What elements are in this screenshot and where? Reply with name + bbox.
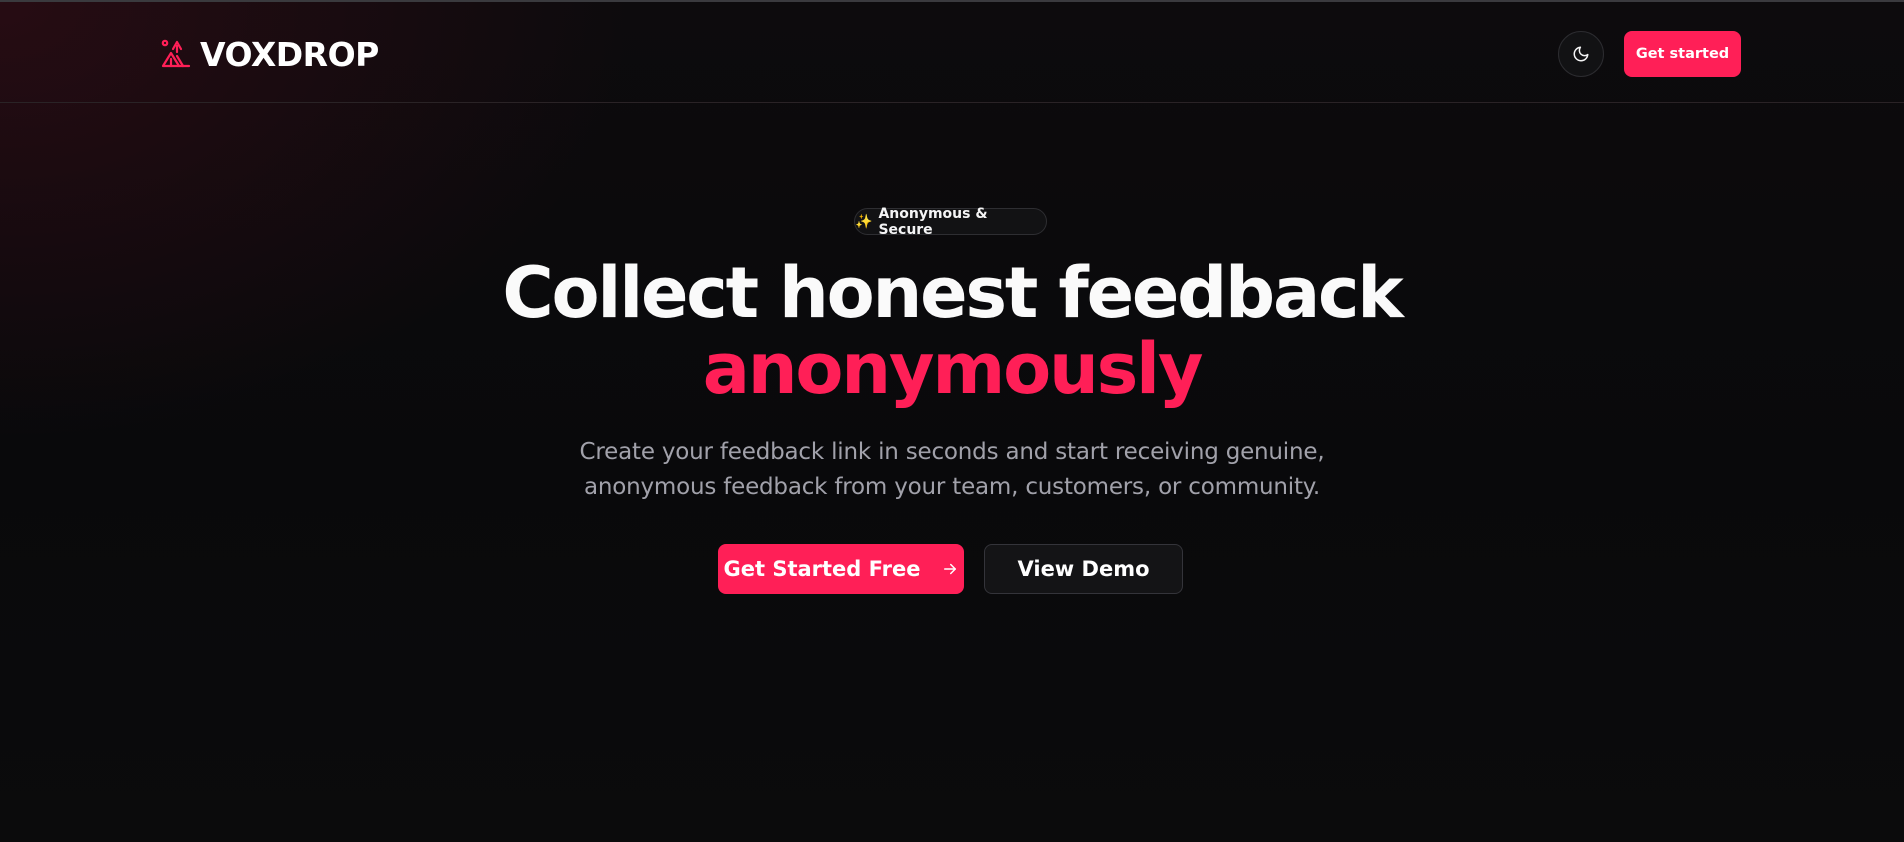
site-header: VOXDROP Get started [0,2,1904,103]
get-started-free-button[interactable]: Get Started Free [718,544,964,594]
hero-subtitle-line2: anonymous feedback from your team, custo… [583,474,1321,500]
theme-toggle-button[interactable] [1558,31,1604,77]
header-get-started-button[interactable]: Get started [1624,31,1741,77]
hero-subtitle: Create your feedback link in seconds and… [552,435,1352,505]
hero-badge: ✨ Anonymous & Secure [854,205,1047,238]
campsite-icon [161,39,191,68]
hero-headline-line1: Collect honest feedback [502,252,1403,334]
landing-page: VOXDROP Get started ✨ Anonymous & Secure… [0,0,1904,842]
hero-headline: Collect honest feedback anonymously [0,255,1904,407]
sparkles-icon: ✨ [855,213,873,230]
arrow-right-icon [943,563,956,575]
brand-name: VOXDROP [200,34,379,74]
get-started-free-label: Get Started Free [723,557,921,581]
brand-logo[interactable]: VOXDROP [160,34,379,74]
hero-subtitle-line1: Create your feedback link in seconds and… [579,439,1325,465]
hero-headline-highlight: anonymously [702,328,1204,410]
view-demo-button[interactable]: View Demo [984,544,1183,594]
moon-icon [1573,46,1589,62]
hero-badge-label: Anonymous & Secure [878,205,988,238]
